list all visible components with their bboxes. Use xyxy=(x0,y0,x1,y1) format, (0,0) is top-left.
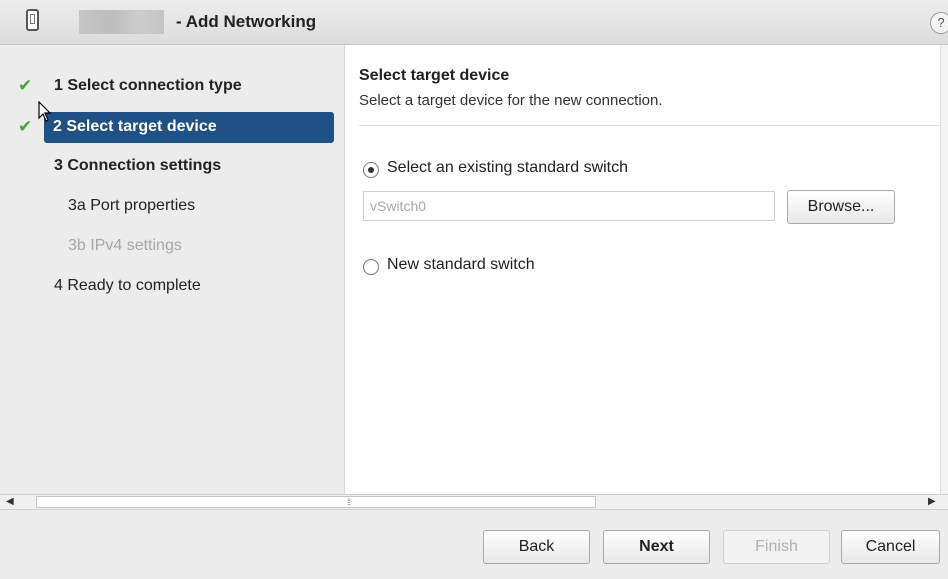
step-ipv4-settings: 3b IPv4 settings xyxy=(68,237,182,254)
grip-icon: ⁞⁞ xyxy=(347,497,351,507)
step-label: 2 Select target device xyxy=(53,118,217,135)
existing-switch-label[interactable]: Select an existing standard switch xyxy=(387,159,628,177)
page-description: Select a target device for the new conne… xyxy=(359,92,663,109)
divider xyxy=(359,125,948,126)
check-icon: ✔ xyxy=(18,117,33,136)
step-ready-to-complete[interactable]: 4 Ready to complete xyxy=(54,277,201,295)
page-title: Select target device xyxy=(359,67,510,84)
horizontal-scrollbar[interactable]: ◀ ⁞⁞ ▶ xyxy=(0,494,948,510)
existing-switch-radio[interactable] xyxy=(363,162,379,178)
finish-button: Finish xyxy=(723,530,830,564)
vertical-scrollbar[interactable] xyxy=(940,45,948,494)
new-switch-radio[interactable] xyxy=(363,259,379,275)
scroll-right-icon[interactable]: ▶ xyxy=(928,496,936,507)
browse-button[interactable]: Browse... xyxy=(787,190,895,224)
check-icon: ✔ xyxy=(18,76,33,95)
help-icon[interactable]: ? xyxy=(930,12,948,34)
scroll-thumb[interactable]: ⁞⁞ xyxy=(36,496,596,508)
switch-field[interactable]: vSwitch0 xyxy=(363,191,775,221)
next-button[interactable]: Next xyxy=(603,530,710,564)
step-port-properties[interactable]: 3a Port properties xyxy=(68,197,195,215)
redacted-host-name xyxy=(79,10,164,34)
cancel-button[interactable]: Cancel xyxy=(841,530,940,564)
step-select-connection-type[interactable]: 1 Select connection type xyxy=(54,77,242,95)
step-select-target-device[interactable]: 2 Select target device xyxy=(44,112,334,143)
wizard-footer: Back Next Finish Cancel xyxy=(0,510,948,579)
title-bar: - Add Networking ? xyxy=(0,0,948,45)
scroll-left-icon[interactable]: ◀ xyxy=(6,496,14,507)
back-button[interactable]: Back xyxy=(483,530,590,564)
content-panel: Select target device Select a target dev… xyxy=(345,45,948,494)
new-switch-label[interactable]: New standard switch xyxy=(387,256,535,274)
step-connection-settings[interactable]: 3 Connection settings xyxy=(54,157,221,175)
host-icon xyxy=(26,9,39,31)
window-title: - Add Networking xyxy=(176,12,317,31)
